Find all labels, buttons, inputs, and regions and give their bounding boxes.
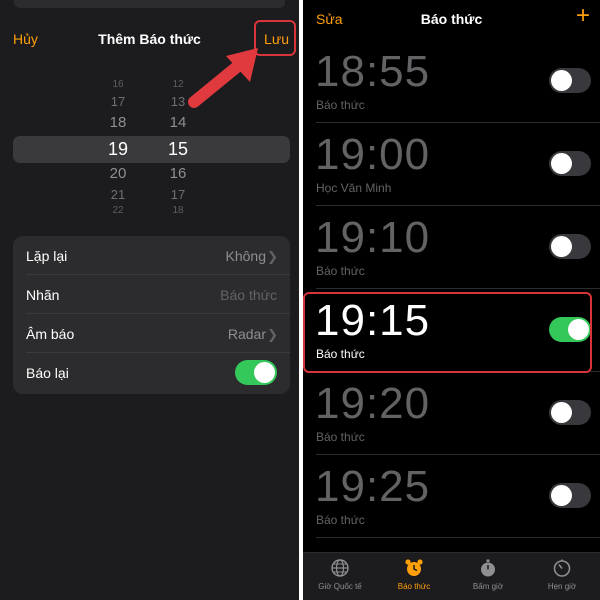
alarm-label: Báo thức (316, 513, 365, 527)
page-title: Báo thức (420, 11, 483, 27)
arrow-annotation-icon (188, 48, 258, 108)
label-row[interactable]: Nhãn Báo thức (13, 275, 290, 314)
toggle-knob (551, 236, 572, 257)
alarm-item[interactable]: 19:00 Học Văn Minh (303, 123, 600, 206)
tab-alarm[interactable]: Báo thức (377, 553, 451, 600)
toggle-knob (551, 485, 572, 506)
alarm-time: 19:10 (315, 213, 431, 262)
alarm-label: Báo thức (316, 264, 365, 278)
stopwatch-icon (481, 559, 495, 577)
alarm-settings-group: Lặp lại Không ❯ Nhãn Báo thức Âm báo Rad… (13, 236, 290, 394)
snooze-toggle[interactable] (235, 360, 277, 385)
minute-option[interactable]: 18 (148, 205, 208, 216)
row-divider (316, 537, 600, 538)
tab-label: Báo thức (397, 582, 431, 591)
sound-value: Radar (227, 326, 266, 342)
sheet-backdrop-edge (14, 0, 285, 8)
alarm-toggle[interactable] (549, 151, 591, 176)
toggle-knob (551, 70, 572, 91)
alarm-toggle[interactable] (549, 483, 591, 508)
alarm-label: Học Văn Minh (316, 181, 392, 195)
tab-world-clock[interactable]: Giờ Quốc tế (303, 553, 377, 600)
hour-option[interactable]: 20 (88, 165, 148, 182)
hour-wheel[interactable]: 16 17 18 19 20 21 22 (88, 76, 148, 216)
alarm-item[interactable]: 18:55 Báo thức (303, 40, 600, 123)
sound-label: Âm báo (26, 326, 75, 342)
hour-option[interactable]: 17 (88, 94, 148, 109)
alarm-time: 19:25 (315, 462, 431, 511)
hour-option[interactable]: 16 (88, 79, 148, 90)
alarm-time: 19:00 (315, 130, 431, 179)
alarm-toggle[interactable] (549, 234, 591, 259)
alarm-time: 18:55 (315, 47, 431, 96)
alarm-toggle[interactable] (549, 68, 591, 93)
chevron-right-icon: ❯ (267, 327, 278, 342)
alarm-toggle[interactable] (549, 400, 591, 425)
alarm-list-nav-bar: Sửa Báo thức + (303, 0, 600, 40)
hour-option[interactable]: 18 (88, 114, 148, 131)
alarm-clock-icon (405, 559, 423, 576)
snooze-row: Báo lại (13, 353, 290, 392)
selected-hour[interactable]: 19 (88, 139, 148, 160)
alarm-time: 19:20 (315, 379, 431, 428)
timer-icon (553, 559, 571, 577)
tab-label: Giờ Quốc tế (318, 582, 362, 591)
hour-option[interactable]: 22 (88, 205, 148, 216)
repeat-row[interactable]: Lặp lại Không ❯ (13, 236, 290, 275)
label-field[interactable]: Báo thức (220, 287, 277, 303)
minute-option[interactable]: 14 (148, 114, 208, 131)
globe-icon (331, 559, 349, 577)
label-label: Nhãn (26, 287, 60, 303)
sound-row[interactable]: Âm báo Radar ❯ (13, 314, 290, 353)
toggle-knob (551, 402, 572, 423)
toggle-knob (254, 362, 275, 383)
minute-option[interactable]: 16 (148, 165, 208, 182)
toggle-knob (551, 153, 572, 174)
tab-label: Bấm giờ (472, 582, 504, 591)
alarm-item[interactable]: 19:25 Báo thức (303, 455, 600, 538)
minute-option[interactable]: 17 (148, 187, 208, 202)
snooze-label: Báo lại (26, 365, 69, 381)
alarm-item[interactable]: 19:20 Báo thức (303, 372, 600, 455)
plus-icon[interactable]: + (576, 4, 590, 28)
alarm-label: Báo thức (316, 430, 365, 444)
selected-minute[interactable]: 15 (148, 139, 208, 160)
alarm-label: Báo thức (316, 98, 365, 112)
alarm-item[interactable]: 19:10 Báo thức (303, 206, 600, 289)
tab-label: Hẹn giờ (547, 582, 577, 591)
repeat-value: Không (225, 248, 266, 264)
chevron-right-icon: ❯ (267, 249, 278, 264)
tab-timer[interactable]: Hẹn giờ (525, 553, 599, 600)
repeat-label: Lặp lại (26, 248, 68, 264)
hour-option[interactable]: 21 (88, 187, 148, 202)
tab-bar: Giờ Quốc tế Báo thức Bấm giờ Hẹn giờ (303, 552, 600, 600)
active-alarm-highlight-box (303, 292, 592, 373)
tab-stopwatch[interactable]: Bấm giờ (451, 553, 525, 600)
